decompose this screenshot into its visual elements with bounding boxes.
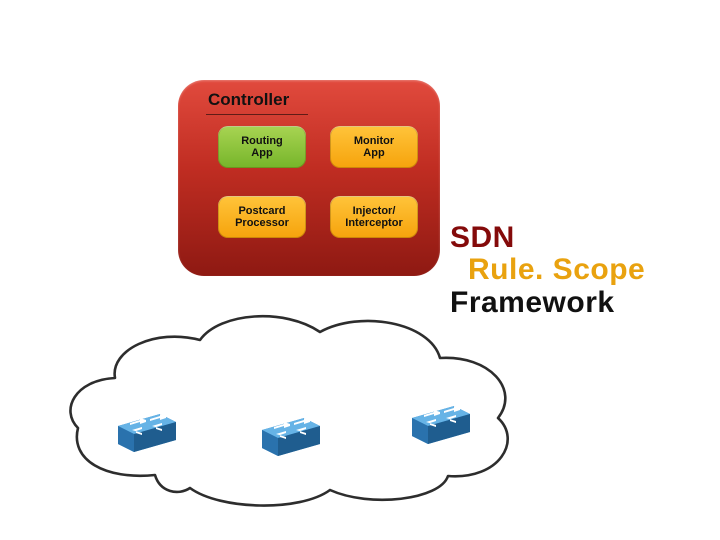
title-rulescope: Rule. Scope — [450, 254, 645, 286]
controller-panel: Controller RoutingApp MonitorApp Postcar… — [178, 80, 440, 276]
switch-icon — [260, 412, 322, 456]
switch-icon — [116, 408, 178, 452]
controller-title-underline — [206, 114, 308, 115]
title-sdn: SDN — [450, 222, 645, 254]
switch-icon — [410, 400, 472, 444]
module-injector-interceptor: Injector/Interceptor — [330, 196, 418, 238]
module-postcard-processor: PostcardProcessor — [218, 196, 306, 238]
module-routing-app: RoutingApp — [218, 126, 306, 168]
module-monitor-app: MonitorApp — [330, 126, 418, 168]
network-cloud — [60, 300, 520, 510]
controller-title: Controller — [208, 90, 289, 110]
